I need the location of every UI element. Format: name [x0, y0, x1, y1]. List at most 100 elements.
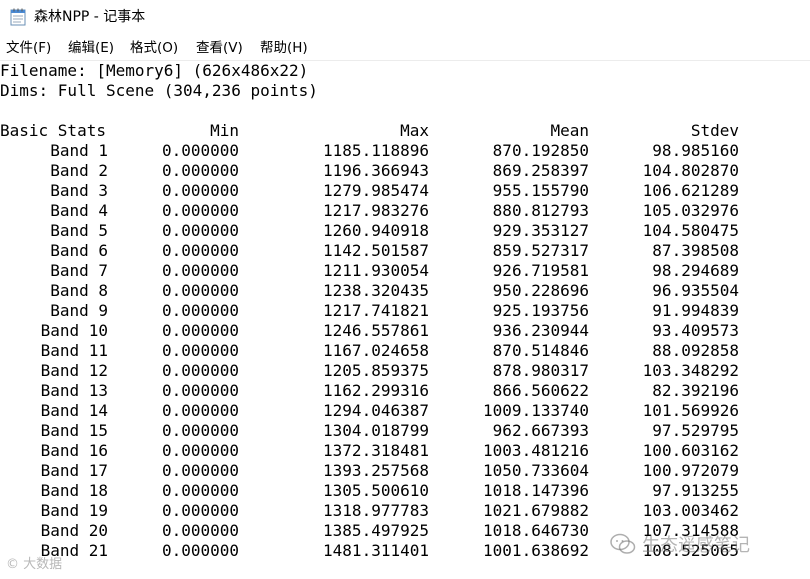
menu-help[interactable]: 帮助(H)	[260, 39, 308, 57]
min-value: 0.000000	[161, 381, 239, 400]
stdev-value: 98.294689	[652, 261, 739, 280]
max-value: 1167.024658	[323, 341, 429, 360]
stdev-value: 104.802870	[642, 161, 739, 180]
stdev-value: 96.935504	[652, 281, 739, 300]
band-label: Band 16	[40, 441, 108, 460]
band-label: Band 3	[50, 181, 108, 200]
menu-bar: 文件(F) 编辑(E) 格式(O) 查看(V) 帮助(H)	[0, 36, 810, 61]
min-value: 0.000000	[161, 321, 239, 340]
min-value: 0.000000	[161, 501, 239, 520]
mean-value: 1021.679882	[483, 501, 589, 520]
max-value: 1185.118896	[323, 141, 429, 160]
band-label: Band 8	[50, 281, 108, 300]
text-editor[interactable]: Filename: [Memory6] (626x486x22) Dims: F…	[0, 61, 810, 579]
stdev-value: 106.621289	[642, 181, 739, 200]
band-label: Band 11	[40, 341, 108, 360]
min-value: 0.000000	[161, 341, 239, 360]
stdev-value: 103.348292	[642, 361, 739, 380]
max-value: 1318.977783	[323, 501, 429, 520]
max-value: 1304.018799	[323, 421, 429, 440]
band-label: Band 15	[40, 421, 108, 440]
mean-value: 870.192850	[492, 141, 589, 160]
mean-value: 950.228696	[492, 281, 589, 300]
mean-value: 955.155790	[492, 181, 589, 200]
stdev-value: 97.913255	[652, 481, 739, 500]
header-max: Max	[400, 121, 429, 140]
stdev-value: 87.398508	[652, 241, 739, 260]
band-label: Band 1	[50, 141, 108, 160]
table-row: Band 6 0.000000 1142.501587 859.527317 87.39…	[0, 241, 810, 261]
min-value: 0.000000	[161, 141, 239, 160]
min-value: 0.000000	[161, 261, 239, 280]
min-value: 0.000000	[161, 161, 239, 180]
mean-value: 926.719581	[492, 261, 589, 280]
band-label: Band 10	[40, 321, 108, 340]
min-value: 0.000000	[161, 241, 239, 260]
stdev-value: 100.603162	[642, 441, 739, 460]
mean-value: 1003.481216	[483, 441, 589, 460]
mean-value: 929.353127	[492, 221, 589, 240]
max-value: 1142.501587	[323, 241, 429, 260]
notepad-icon	[10, 8, 26, 26]
band-label: Band 9	[50, 301, 108, 320]
band-label: Band 7	[50, 261, 108, 280]
stdev-value: 91.994839	[652, 301, 739, 320]
max-value: 1217.741821	[323, 301, 429, 320]
stdev-value: 100.972079	[642, 461, 739, 480]
band-label: Band 18	[40, 481, 108, 500]
table-row: Band 16 0.000000 1372.318481 1003.481216 100…	[0, 441, 810, 461]
table-row: Band 4 0.000000 1217.983276 880.812793 105.0…	[0, 201, 810, 221]
wechat-icon	[610, 533, 636, 554]
max-value: 1238.320435	[323, 281, 429, 300]
mean-value: 1018.646730	[483, 521, 589, 540]
max-value: 1481.311401	[323, 541, 429, 560]
stdev-value: 101.569926	[642, 401, 739, 420]
header-mean: Mean	[550, 121, 589, 140]
mean-value: 936.230944	[492, 321, 589, 340]
table-row: Band 8 0.000000 1238.320435 950.228696 96.93…	[0, 281, 810, 301]
min-value: 0.000000	[161, 221, 239, 240]
table-row: Band 9 0.000000 1217.741821 925.193756 91.99…	[0, 301, 810, 321]
band-label: Band 6	[50, 241, 108, 260]
band-label: Band 14	[40, 401, 108, 420]
min-value: 0.000000	[161, 461, 239, 480]
stdev-value: 105.032976	[642, 201, 739, 220]
menu-format[interactable]: 格式(O)	[130, 39, 178, 57]
max-value: 1196.366943	[323, 161, 429, 180]
menu-view[interactable]: 查看(V)	[196, 39, 243, 57]
table-row: Band 10 0.000000 1246.557861 936.230944 93.4…	[0, 321, 810, 341]
band-label: Band 13	[40, 381, 108, 400]
table-row: Band 13 0.000000 1162.299316 866.560622 82.3…	[0, 381, 810, 401]
mean-value: 1001.638692	[483, 541, 589, 560]
mean-value: 962.667393	[492, 421, 589, 440]
mean-value: 869.258397	[492, 161, 589, 180]
max-value: 1393.257568	[323, 461, 429, 480]
stdev-value: 93.409573	[652, 321, 739, 340]
title-bar: 森林NPP - 记事本	[0, 0, 810, 36]
mean-value: 925.193756	[492, 301, 589, 320]
band-label: Band 12	[40, 361, 108, 380]
band-label: Band 5	[50, 221, 108, 240]
stdev-value: 97.529795	[652, 421, 739, 440]
min-value: 0.000000	[161, 481, 239, 500]
min-value: 0.000000	[161, 441, 239, 460]
stdev-value: 88.092858	[652, 341, 739, 360]
stdev-value: 82.392196	[652, 381, 739, 400]
table-row: Band 11 0.000000 1167.024658 870.514846 88.0…	[0, 341, 810, 361]
filename-line: Filename: [Memory6] (626x486x22)	[0, 61, 309, 80]
table-row: Band 19 0.000000 1318.977783 1021.679882 103…	[0, 501, 810, 521]
menu-edit[interactable]: 编辑(E)	[68, 39, 114, 57]
mean-value: 1009.133740	[483, 401, 589, 420]
menu-file[interactable]: 文件(F)	[6, 39, 51, 57]
table-row: Band 1 0.000000 1185.118896 870.192850 98.98…	[0, 141, 810, 161]
band-label: Band 2	[50, 161, 108, 180]
watermark-right: 生态遥感笔记	[610, 530, 800, 558]
mean-value: 1050.733604	[483, 461, 589, 480]
min-value: 0.000000	[161, 541, 239, 560]
band-label: Band 4	[50, 201, 108, 220]
max-value: 1162.299316	[323, 381, 429, 400]
band-label: Band 17	[40, 461, 108, 480]
min-value: 0.000000	[161, 421, 239, 440]
band-label: Band 19	[40, 501, 108, 520]
table-row: Band 18 0.000000 1305.500610 1018.147396 97.…	[0, 481, 810, 501]
